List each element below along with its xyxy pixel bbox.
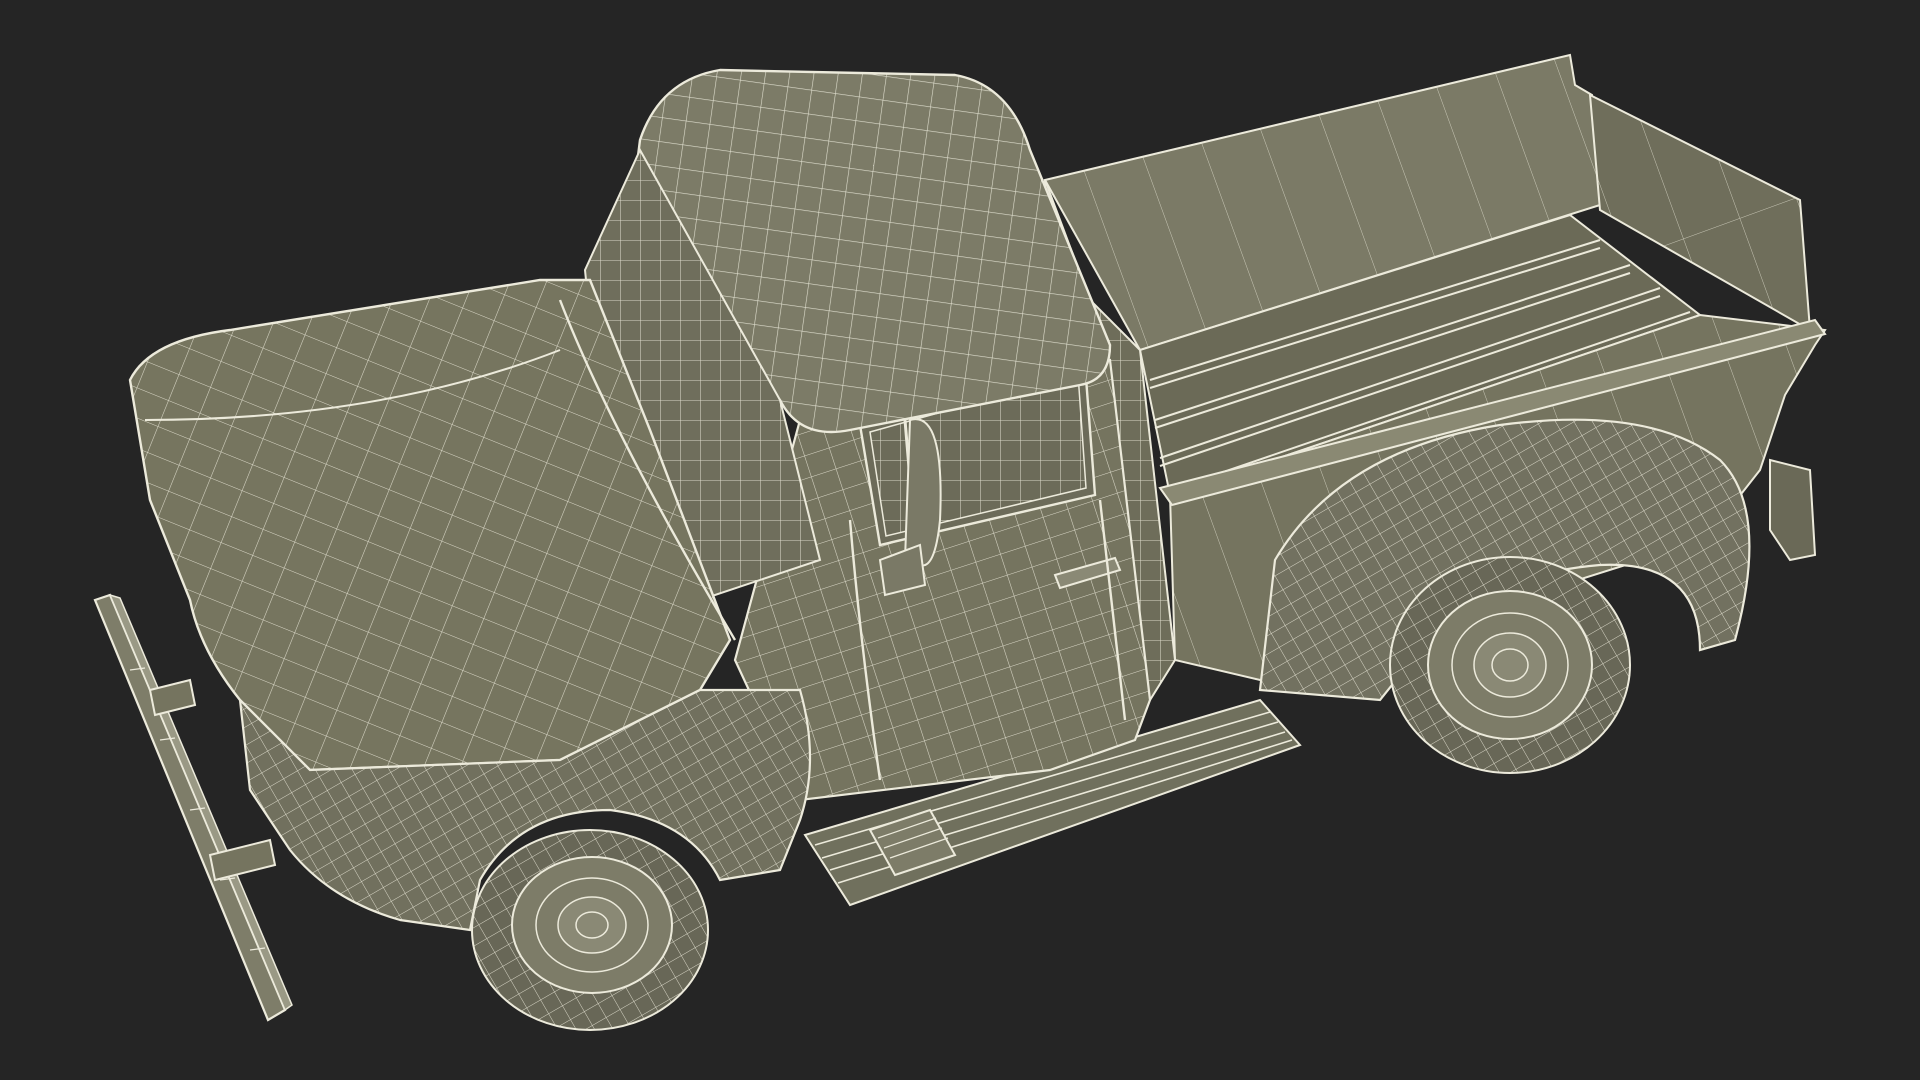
front-wheel (471, 829, 709, 1031)
render-viewport[interactable] (0, 0, 1920, 1080)
rear-wheel (1389, 556, 1631, 774)
tail-light (1769, 458, 1817, 562)
side-mirror (903, 418, 942, 567)
wireframe-truck-render (93, 53, 1827, 1031)
